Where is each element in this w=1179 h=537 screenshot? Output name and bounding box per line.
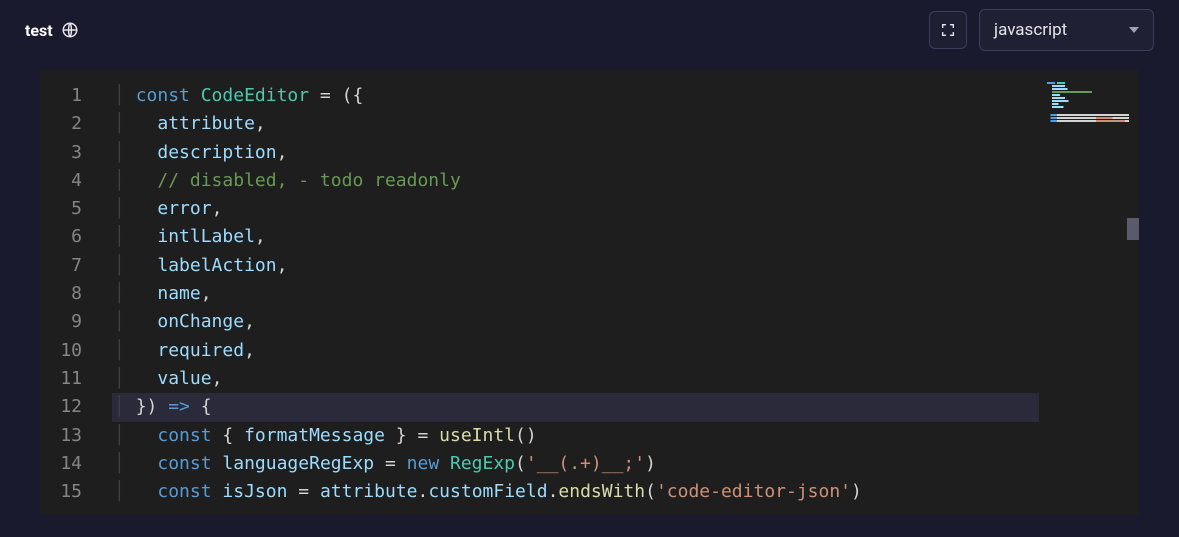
code-line[interactable]: │ const { formatMessage } = useIntl()	[112, 422, 1139, 450]
code-line[interactable]: │ intlLabel,	[112, 223, 1139, 251]
line-number: 14	[40, 450, 82, 478]
minimap-content	[1047, 82, 1129, 122]
code-line[interactable]: │ onChange,	[112, 308, 1139, 336]
line-number: 10	[40, 337, 82, 365]
code-line[interactable]: │ attribute,	[112, 110, 1139, 138]
code-line[interactable]: │ }) => {	[112, 393, 1139, 421]
code-line[interactable]: │ value,	[112, 365, 1139, 393]
line-number: 2	[40, 110, 82, 138]
line-number: 7	[40, 252, 82, 280]
line-number: 4	[40, 167, 82, 195]
minimap[interactable]	[1039, 70, 1139, 515]
editor-controls: javascript	[929, 9, 1154, 51]
line-number: 6	[40, 223, 82, 251]
code-line[interactable]: │ required,	[112, 337, 1139, 365]
fullscreen-button[interactable]	[929, 11, 967, 49]
code-line[interactable]: │ const CodeEditor = ({	[112, 82, 1139, 110]
line-number: 13	[40, 422, 82, 450]
title-wrap: test	[25, 21, 79, 40]
code-line[interactable]: │ labelAction,	[112, 252, 1139, 280]
line-number: 9	[40, 308, 82, 336]
scrollbar-thumb[interactable]	[1127, 218, 1139, 240]
code-line[interactable]: │ // disabled, - todo readonly	[112, 167, 1139, 195]
chevron-down-icon	[1129, 27, 1139, 33]
line-number: 3	[40, 139, 82, 167]
line-number-gutter: 123456789101112131415	[40, 70, 96, 506]
code-line[interactable]: │ const languageRegExp = new RegExp('__(…	[112, 450, 1139, 478]
globe-icon	[61, 21, 79, 39]
code-content[interactable]: │ const CodeEditor = ({│ attribute,│ des…	[96, 70, 1139, 506]
language-select-value: javascript	[994, 20, 1067, 40]
field-title: test	[25, 21, 53, 40]
line-number: 12	[40, 393, 82, 421]
expand-icon	[940, 22, 956, 38]
code-line[interactable]: │ name,	[112, 280, 1139, 308]
editor-header: test javascript	[0, 0, 1179, 60]
line-number: 11	[40, 365, 82, 393]
code-line[interactable]: │ error,	[112, 195, 1139, 223]
line-number: 15	[40, 478, 82, 506]
line-number: 8	[40, 280, 82, 308]
language-select[interactable]: javascript	[979, 9, 1154, 51]
code-line[interactable]: │ description,	[112, 139, 1139, 167]
line-number: 1	[40, 82, 82, 110]
code-editor[interactable]: 123456789101112131415 │ const CodeEditor…	[40, 70, 1139, 515]
code-line[interactable]: │ const isJson = attribute.customField.e…	[112, 478, 1139, 506]
line-number: 5	[40, 195, 82, 223]
